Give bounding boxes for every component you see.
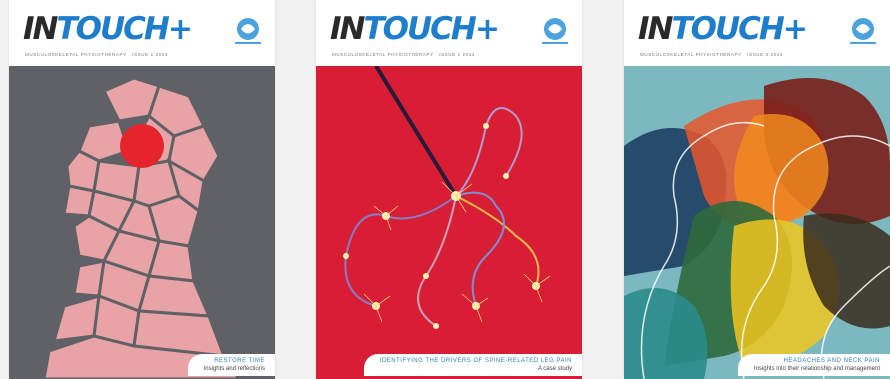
- caption-title: RESTORE TIME: [214, 358, 265, 364]
- association-badge-icon: [542, 18, 568, 44]
- magazine-cover-2[interactable]: INTOUCH+ MUSCULOSKELETAL PHYSIOTHERAPY I…: [316, 0, 582, 379]
- cover-caption: HEADACHES AND NECK PAIN Insights into th…: [737, 354, 890, 376]
- cover-art-overlapping-heads: [624, 66, 890, 379]
- association-badge-icon: [235, 18, 261, 44]
- cover-art-mosaic-head: [9, 66, 275, 379]
- masthead: INTOUCH+ MUSCULOSKELETAL PHYSIOTHERAPY I…: [624, 0, 890, 66]
- issue-line: MUSCULOSKELETAL PHYSIOTHERAPY ISSUE 2 20…: [640, 52, 783, 57]
- issue-line: MUSCULOSKELETAL PHYSIOTHERAPY ISSUE 1 20…: [332, 52, 475, 57]
- masthead: INTOUCH+ MUSCULOSKELETAL PHYSIOTHERAPY I…: [316, 0, 582, 66]
- intouch-logo: INTOUCH+: [638, 11, 808, 47]
- caption-subtitle: Insights into their relationship and man…: [753, 366, 880, 372]
- caption-title: IDENTIFYING THE DRIVERS OF SPINE-RELATED…: [379, 358, 572, 364]
- cover-art-sparklers: [316, 66, 582, 379]
- caption-subtitle: Insights and reflections: [203, 366, 265, 372]
- caption-subtitle: A case study: [537, 366, 572, 372]
- cover-caption: IDENTIFYING THE DRIVERS OF SPINE-RELATED…: [363, 354, 582, 376]
- masthead: INTOUCH+ MUSCULOSKELETAL PHYSIOTHERAPY I…: [9, 0, 275, 66]
- intouch-logo: INTOUCH+: [23, 11, 193, 47]
- caption-title: HEADACHES AND NECK PAIN: [783, 358, 880, 364]
- magazine-cover-1[interactable]: INTOUCH+ MUSCULOSKELETAL PHYSIOTHERAPY I…: [9, 0, 275, 379]
- issue-line: MUSCULOSKELETAL PHYSIOTHERAPY ISSUE 1 20…: [25, 52, 168, 57]
- magazine-cover-3[interactable]: INTOUCH+ MUSCULOSKELETAL PHYSIOTHERAPY I…: [624, 0, 890, 379]
- cover-caption: RESTORE TIME Insights and reflections: [187, 354, 275, 376]
- association-badge-icon: [850, 18, 876, 44]
- intouch-logo: INTOUCH+: [330, 11, 500, 47]
